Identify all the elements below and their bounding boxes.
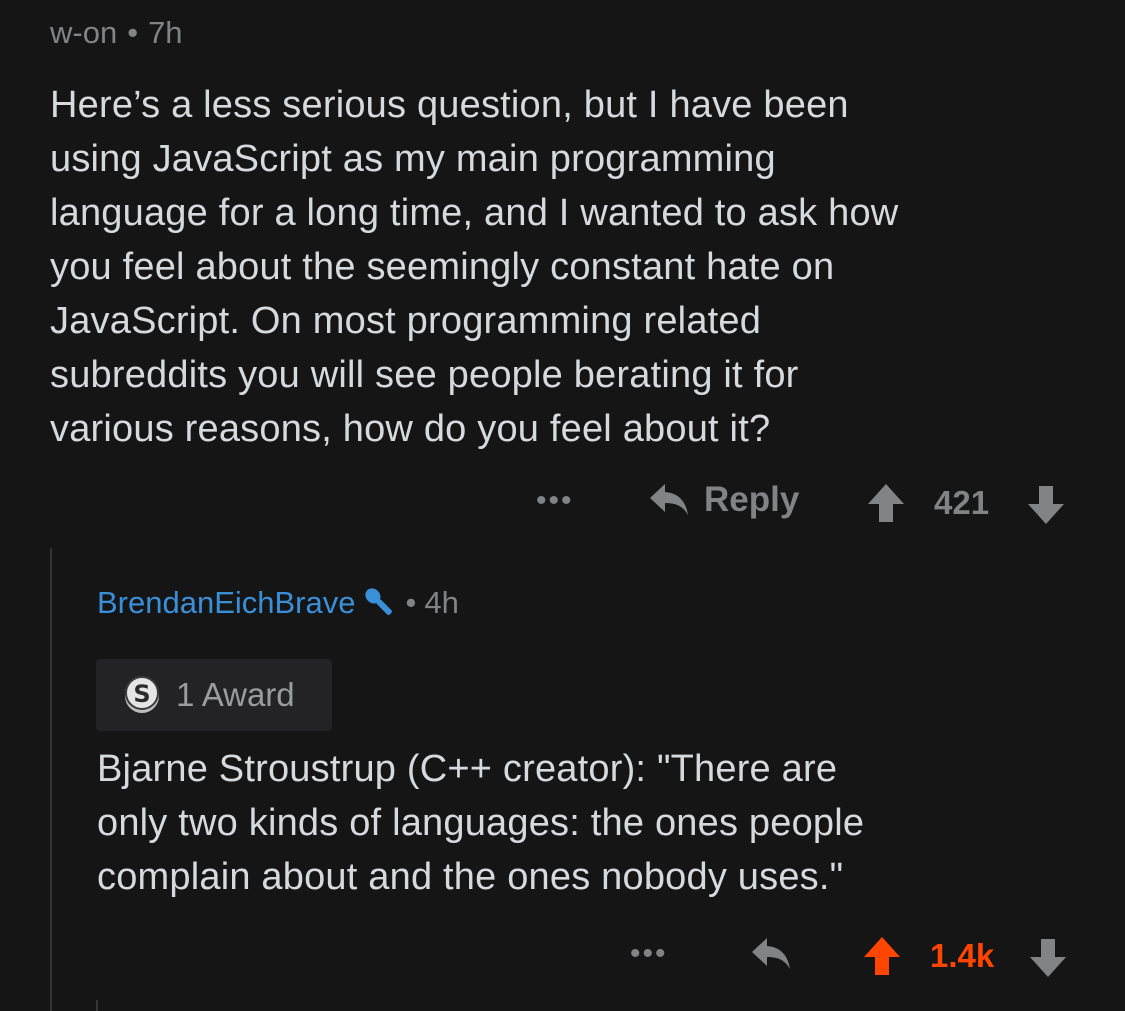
- downvote-button[interactable]: [1026, 484, 1066, 526]
- upvote-button[interactable]: [866, 482, 906, 524]
- reply-arrow-icon: [650, 484, 688, 515]
- reply-label: Reply: [704, 480, 800, 519]
- microphone-icon: [364, 588, 392, 615]
- reply-button[interactable]: Reply: [648, 480, 799, 520]
- more-options-button[interactable]: •••: [536, 484, 574, 518]
- child-score: 1.4k: [930, 937, 995, 974]
- nested-thread-line[interactable]: [96, 1000, 98, 1011]
- silver-award-icon: S: [125, 676, 159, 713]
- downvote-arrow-icon: [1030, 939, 1066, 977]
- child-comment-actions: ••• 1.4k: [0, 925, 1125, 985]
- meta-separator: •: [127, 15, 139, 50]
- meta-separator: •: [405, 585, 417, 620]
- child-author[interactable]: BrendanEichBrave: [97, 585, 356, 621]
- parent-comment: w-on • 7h Here’s a less serious question, …: [0, 0, 1125, 540]
- more-options-button[interactable]: •••: [630, 937, 668, 971]
- parent-comment-body: Here’s a less serious question, but I ha…: [50, 84, 899, 450]
- upvote-button[interactable]: [862, 935, 902, 977]
- parent-comment-meta: w-on • 7h: [50, 15, 183, 51]
- award-count: 1 Award: [176, 676, 295, 713]
- upvote-arrow-icon: [864, 937, 900, 975]
- reply-button[interactable]: [750, 935, 792, 973]
- parent-author[interactable]: w-on: [50, 15, 117, 50]
- parent-timestamp: 7h: [148, 15, 183, 50]
- child-comment-meta: BrendanEichBrave • 4h: [97, 585, 459, 621]
- svg-text:S: S: [133, 680, 150, 708]
- downvote-arrow-icon: [1028, 486, 1064, 524]
- child-comment-body: Bjarne Stroustrup (C++ creator): "There …: [97, 748, 865, 898]
- award-badge[interactable]: S 1 Award: [96, 659, 332, 731]
- child-timestamp: 4h: [424, 585, 459, 620]
- upvote-arrow-icon: [868, 484, 904, 522]
- reply-arrow-icon: [752, 938, 790, 969]
- downvote-button[interactable]: [1028, 937, 1068, 979]
- parent-score: 421: [934, 484, 990, 521]
- parent-comment-actions: ••• Reply 421: [0, 472, 1125, 532]
